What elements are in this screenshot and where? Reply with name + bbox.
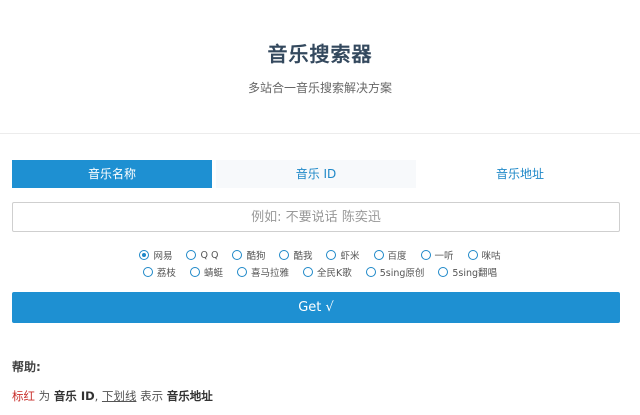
radio-unchecked-icon — [232, 250, 243, 260]
radio-unchecked-icon — [142, 267, 153, 277]
radio-checked-icon — [139, 250, 150, 260]
radio-netease[interactable]: 网易 — [139, 248, 172, 262]
radio-unchecked-icon — [467, 250, 478, 260]
radio-kugou[interactable]: 酷狗 — [232, 248, 265, 262]
help-underline-text: 下划线 — [101, 389, 137, 403]
radio-unchecked-icon — [373, 250, 384, 260]
tab-music-url[interactable]: 音乐地址 — [420, 160, 620, 188]
radio-unchecked-icon — [186, 250, 197, 260]
radio-unchecked-icon — [302, 267, 313, 277]
radio-label: 喜马拉雅 — [250, 268, 289, 279]
radio-lizhi[interactable]: 荔枝 — [142, 265, 176, 279]
radio-unchecked-icon — [326, 250, 337, 260]
radio-unchecked-icon — [420, 250, 431, 260]
radio-label: 酷我 — [293, 251, 313, 262]
radio-label: 5sing原创 — [379, 268, 425, 279]
page-header: 音乐搜索器 多站合一音乐搜索解决方案 — [0, 0, 640, 134]
source-radios-row-1: 网易 Q Q 酷狗 酷我 虾米 百度 一听 咪咕 — [0, 248, 640, 262]
radio-qq[interactable]: Q Q — [186, 248, 218, 262]
get-button[interactable]: Get √ — [12, 292, 620, 323]
radio-unchecked-icon — [365, 267, 376, 277]
radio-label: 蜻蜓 — [203, 268, 223, 279]
radio-label: 咪咕 — [481, 251, 501, 262]
help-line: 标红 为 音乐 ID, 下划线 表示 音乐地址 — [12, 388, 213, 404]
radio-unchecked-icon — [438, 267, 449, 277]
radio-label: 5sing翻唱 — [452, 268, 498, 279]
radio-5sing-original[interactable]: 5sing原创 — [365, 265, 425, 279]
radio-label: Q Q — [200, 249, 219, 261]
help-music-url: 音乐地址 — [166, 389, 213, 403]
radio-unchecked-icon — [189, 267, 200, 277]
radio-label: 虾米 — [340, 251, 360, 262]
tab-music-id[interactable]: 音乐 ID — [216, 160, 416, 188]
search-type-tabs: 音乐名称 音乐 ID 音乐地址 — [12, 160, 620, 188]
radio-migu[interactable]: 咪咕 — [467, 248, 501, 262]
page-subtitle: 多站合一音乐搜索解决方案 — [247, 81, 392, 95]
radio-unchecked-icon — [279, 250, 290, 260]
radio-qingting[interactable]: 蜻蜓 — [189, 265, 223, 279]
source-radios-row-2: 荔枝 蜻蜓 喜马拉雅 全民K歌 5sing原创 5sing翻唱 — [0, 265, 640, 279]
radio-kg[interactable]: 全民K歌 — [302, 265, 352, 279]
radio-label: 网易 — [153, 251, 173, 262]
help-red-text: 标红 — [12, 389, 35, 403]
radio-ximalaya[interactable]: 喜马拉雅 — [236, 265, 289, 279]
radio-5sing-cover[interactable]: 5sing翻唱 — [438, 265, 497, 279]
help-text: 表示 — [140, 389, 164, 403]
radio-label: 酷狗 — [246, 251, 266, 262]
search-input[interactable] — [12, 202, 620, 232]
radio-label: 一听 — [434, 251, 454, 262]
tab-music-name[interactable]: 音乐名称 — [12, 160, 212, 188]
radio-label: 全民K歌 — [316, 268, 352, 279]
radio-baidu[interactable]: 百度 — [373, 248, 407, 262]
help-title: 帮助: — [12, 360, 41, 374]
radio-xiami[interactable]: 虾米 — [326, 248, 360, 262]
radio-label: 荔枝 — [156, 268, 176, 279]
radio-yiting[interactable]: 一听 — [420, 248, 454, 262]
radio-label: 百度 — [387, 251, 407, 262]
page-title: 音乐搜索器 — [267, 42, 373, 66]
help-music-id: 音乐 ID — [53, 389, 95, 403]
help-text: 为 — [38, 389, 51, 403]
radio-unchecked-icon — [236, 267, 247, 277]
help-comma: , — [94, 389, 99, 403]
radio-kuwo[interactable]: 酷我 — [279, 248, 312, 262]
